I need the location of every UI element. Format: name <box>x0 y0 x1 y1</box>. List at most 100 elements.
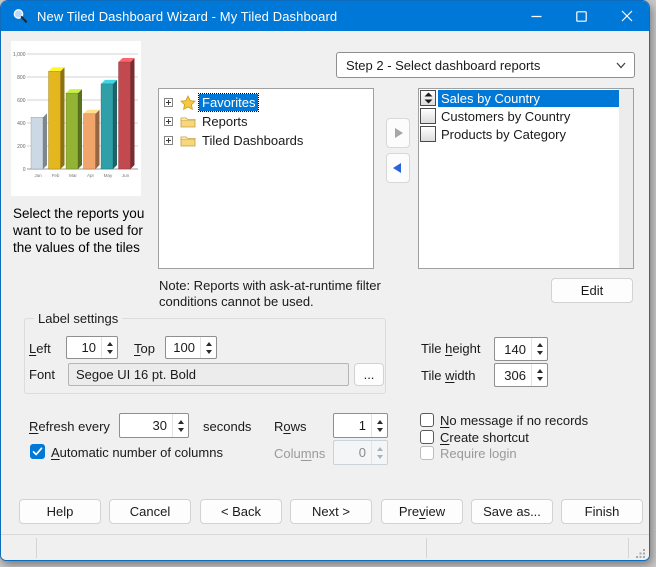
spinner-arrows-icon[interactable] <box>531 338 547 360</box>
font-value: Segoe UI 16 pt. Bold <box>76 367 196 382</box>
add-report-button[interactable] <box>386 118 410 148</box>
save-as-button[interactable]: Save as... <box>471 499 553 524</box>
reorder-handle-button[interactable] <box>420 90 436 106</box>
close-button[interactable] <box>604 1 649 31</box>
list-scrollbar[interactable] <box>619 89 633 268</box>
dashboard-chart: 02004006008001,000JanFebMarAprMayJun <box>11 41 141 196</box>
chevron-down-icon <box>614 58 628 72</box>
create-shortcut-checkbox[interactable] <box>420 430 434 444</box>
spinner-arrows-icon[interactable] <box>371 414 387 437</box>
spinner-arrows-icon[interactable] <box>101 337 117 358</box>
spinner-arrows-icon[interactable] <box>200 337 216 358</box>
cancel-button[interactable]: Cancel <box>109 499 191 524</box>
seconds-label: seconds <box>203 419 251 434</box>
tile-height-spinner[interactable]: 140 <box>494 337 548 361</box>
expand-plus-icon[interactable] <box>164 136 173 145</box>
left-value: 10 <box>67 340 101 355</box>
status-divider <box>426 538 427 558</box>
minimize-icon <box>531 11 542 22</box>
columns-label: Columns <box>274 446 325 461</box>
font-field[interactable]: Segoe UI 16 pt. Bold <box>68 363 349 386</box>
help-button[interactable]: Help <box>19 499 101 524</box>
svg-text:Jun: Jun <box>122 173 130 178</box>
back-button[interactable]: < Back <box>200 499 282 524</box>
rows-spinner[interactable]: 1 <box>333 413 388 438</box>
report-row-products-by-category[interactable]: Products by Category <box>419 125 619 143</box>
reorder-handle-button[interactable] <box>420 126 436 142</box>
svg-text:1,000: 1,000 <box>13 52 26 58</box>
top-value: 100 <box>166 340 200 355</box>
left-spinner[interactable]: 10 <box>66 336 118 359</box>
star-icon <box>180 95 196 110</box>
svg-text:Apr: Apr <box>87 173 95 178</box>
status-divider <box>36 538 37 558</box>
font-label: Font <box>29 367 55 382</box>
svg-text:Feb: Feb <box>52 173 60 178</box>
app-magnifier-icon <box>12 8 28 24</box>
tree-item-label: Tiled Dashboards <box>199 132 306 149</box>
preview-button[interactable]: Preview <box>381 499 463 524</box>
report-label: Customers by Country <box>438 108 619 125</box>
auto-columns-checkbox[interactable] <box>30 444 45 459</box>
remove-report-button[interactable] <box>386 153 410 183</box>
tree-item-label: Favorites <box>199 94 258 111</box>
next-button[interactable]: Next > <box>290 499 372 524</box>
window-controls <box>514 1 649 31</box>
spinner-arrows-icon <box>371 441 387 464</box>
left-label: Left <box>29 341 51 356</box>
svg-text:800: 800 <box>17 75 26 81</box>
report-source-tree[interactable]: Favorites Reports Tiled Dashboards <box>158 88 374 269</box>
tile-width-label: Tile width <box>421 368 475 383</box>
resize-grip-icon[interactable] <box>635 547 646 558</box>
expand-plus-icon[interactable] <box>164 98 173 107</box>
top-spinner[interactable]: 100 <box>165 336 217 359</box>
svg-text:May: May <box>104 173 113 178</box>
rows-label: Rows <box>274 419 307 434</box>
require-login-checkbox <box>420 446 434 460</box>
wizard-dialog: New Tiled Dashboard Wizard - My Tiled Da… <box>0 0 650 561</box>
svg-text:200: 200 <box>17 144 26 150</box>
window-title: New Tiled Dashboard Wizard - My Tiled Da… <box>37 9 337 24</box>
wizard-step-dropdown[interactable]: Step 2 - Select dashboard reports <box>336 52 635 78</box>
refresh-every-label: Refresh every <box>29 419 110 434</box>
tree-item-tiled-dashboards[interactable]: Tiled Dashboards <box>159 131 373 150</box>
finish-button[interactable]: Finish <box>561 499 643 524</box>
refresh-seconds-spinner[interactable]: 30 <box>119 413 189 438</box>
report-label: Sales by Country <box>438 90 619 107</box>
top-label: Top <box>134 341 155 356</box>
report-label: Products by Category <box>438 126 619 143</box>
title-bar: New Tiled Dashboard Wizard - My Tiled Da… <box>1 1 649 31</box>
wizard-instructions: Select the reports you want to to be use… <box>13 205 153 256</box>
edit-button[interactable]: Edit <box>551 278 633 303</box>
svg-text:0: 0 <box>23 167 26 173</box>
tile-width-value: 306 <box>495 368 531 383</box>
tree-item-favorites[interactable]: Favorites <box>159 93 373 112</box>
no-message-checkbox[interactable] <box>420 413 434 427</box>
tile-width-spinner[interactable]: 306 <box>494 363 548 387</box>
chart-preview-panel: 02004006008001,000JanFebMarAprMayJun <box>11 41 141 196</box>
spinner-arrows-icon[interactable] <box>531 364 547 386</box>
folder-icon <box>180 134 196 148</box>
group-legend: Label settings <box>34 311 122 326</box>
expand-plus-icon[interactable] <box>164 117 173 126</box>
report-row-sales-by-country[interactable]: Sales by Country <box>419 89 619 107</box>
svg-text:Mar: Mar <box>69 173 77 178</box>
svg-text:600: 600 <box>17 98 26 104</box>
no-message-label[interactable]: No message if no records <box>440 413 588 428</box>
require-login-label: Require login <box>440 446 517 461</box>
status-divider <box>628 538 629 558</box>
tree-item-reports[interactable]: Reports <box>159 112 373 131</box>
minimize-button[interactable] <box>514 1 559 31</box>
create-shortcut-label[interactable]: Create shortcut <box>440 430 529 445</box>
spinner-arrows-icon[interactable] <box>172 414 188 437</box>
reorder-handle-button[interactable] <box>420 108 436 124</box>
arrow-left-icon <box>392 162 404 174</box>
columns-value: 0 <box>334 445 371 460</box>
tile-height-label: Tile height <box>421 341 481 356</box>
font-browse-button[interactable]: ... <box>354 363 384 386</box>
selected-reports-list[interactable]: Sales by Country Customers by Country Pr… <box>418 88 634 269</box>
maximize-button[interactable] <box>559 1 604 31</box>
auto-columns-label[interactable]: Automatic number of columns <box>51 445 223 460</box>
checkmark-icon <box>31 445 44 458</box>
report-row-customers-by-country[interactable]: Customers by Country <box>419 107 619 125</box>
